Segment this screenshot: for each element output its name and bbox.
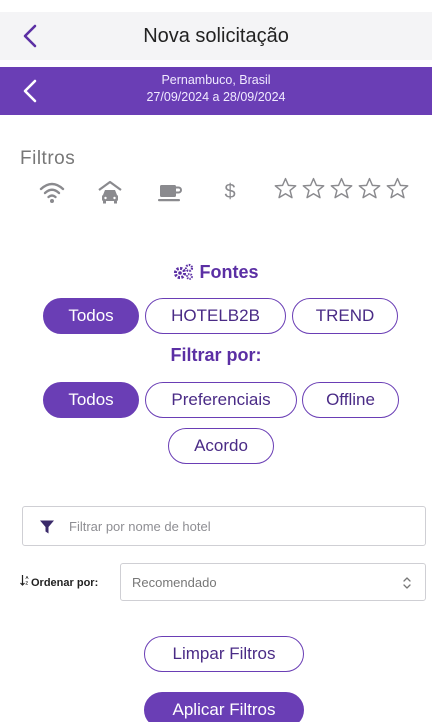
car-icon[interactable] bbox=[96, 178, 124, 206]
funnel-icon bbox=[39, 519, 55, 535]
filter-offline-chip[interactable]: Offline bbox=[302, 382, 399, 418]
order-by-label: AZ Ordenar por: bbox=[20, 574, 98, 589]
filter-preferenciais-chip[interactable]: Preferenciais bbox=[145, 382, 297, 418]
top-bar: Nova solicitação bbox=[0, 12, 432, 60]
up-down-chevron-icon bbox=[401, 575, 413, 591]
sources-heading-label: Fontes bbox=[199, 262, 259, 282]
star-rating bbox=[273, 176, 410, 201]
star-icon[interactable] bbox=[329, 176, 354, 201]
filter-by-heading: Filtrar por: bbox=[170, 345, 262, 365]
source-hotelb2b-chip[interactable]: HOTELB2B bbox=[145, 298, 286, 334]
clear-filters-button[interactable]: Limpar Filtros bbox=[144, 636, 304, 672]
trip-location: Pernambuco, Brasil bbox=[161, 73, 271, 87]
apply-filters-button[interactable]: Aplicar Filtros bbox=[144, 692, 304, 722]
trip-dates: 27/09/2024 a 28/09/2024 bbox=[146, 90, 286, 104]
sort-icon: AZ bbox=[20, 574, 30, 589]
order-by-label-text: Ordenar por: bbox=[31, 577, 99, 589]
filters-heading: Filtros bbox=[20, 148, 76, 169]
svg-text:Z: Z bbox=[25, 581, 28, 586]
filter-todos-chip[interactable]: Todos bbox=[43, 382, 139, 418]
trip-summary-bar: Pernambuco, Brasil 27/09/2024 a 28/09/20… bbox=[0, 67, 432, 115]
source-todos-chip[interactable]: Todos bbox=[43, 298, 139, 334]
price-icon[interactable]: $ bbox=[216, 178, 244, 206]
order-by-select[interactable]: Recomendado bbox=[120, 563, 426, 601]
hotel-name-search-placeholder: Filtrar por nome de hotel bbox=[69, 519, 211, 534]
order-by-value: Recomendado bbox=[132, 575, 217, 590]
star-icon[interactable] bbox=[273, 176, 298, 201]
star-icon[interactable] bbox=[385, 176, 410, 201]
star-icon[interactable] bbox=[357, 176, 382, 201]
source-trend-chip[interactable]: TREND bbox=[292, 298, 398, 334]
sources-heading: Fontes bbox=[0, 262, 432, 286]
hotel-name-search[interactable]: Filtrar por nome de hotel bbox=[22, 506, 426, 546]
page-title: Nova solicitação bbox=[143, 25, 289, 47]
coffee-icon[interactable] bbox=[156, 178, 184, 206]
star-icon[interactable] bbox=[301, 176, 326, 201]
filter-acordo-chip[interactable]: Acordo bbox=[168, 428, 274, 464]
gears-icon bbox=[173, 263, 195, 286]
wifi-icon[interactable] bbox=[38, 178, 66, 206]
svg-text:A: A bbox=[25, 575, 29, 580]
